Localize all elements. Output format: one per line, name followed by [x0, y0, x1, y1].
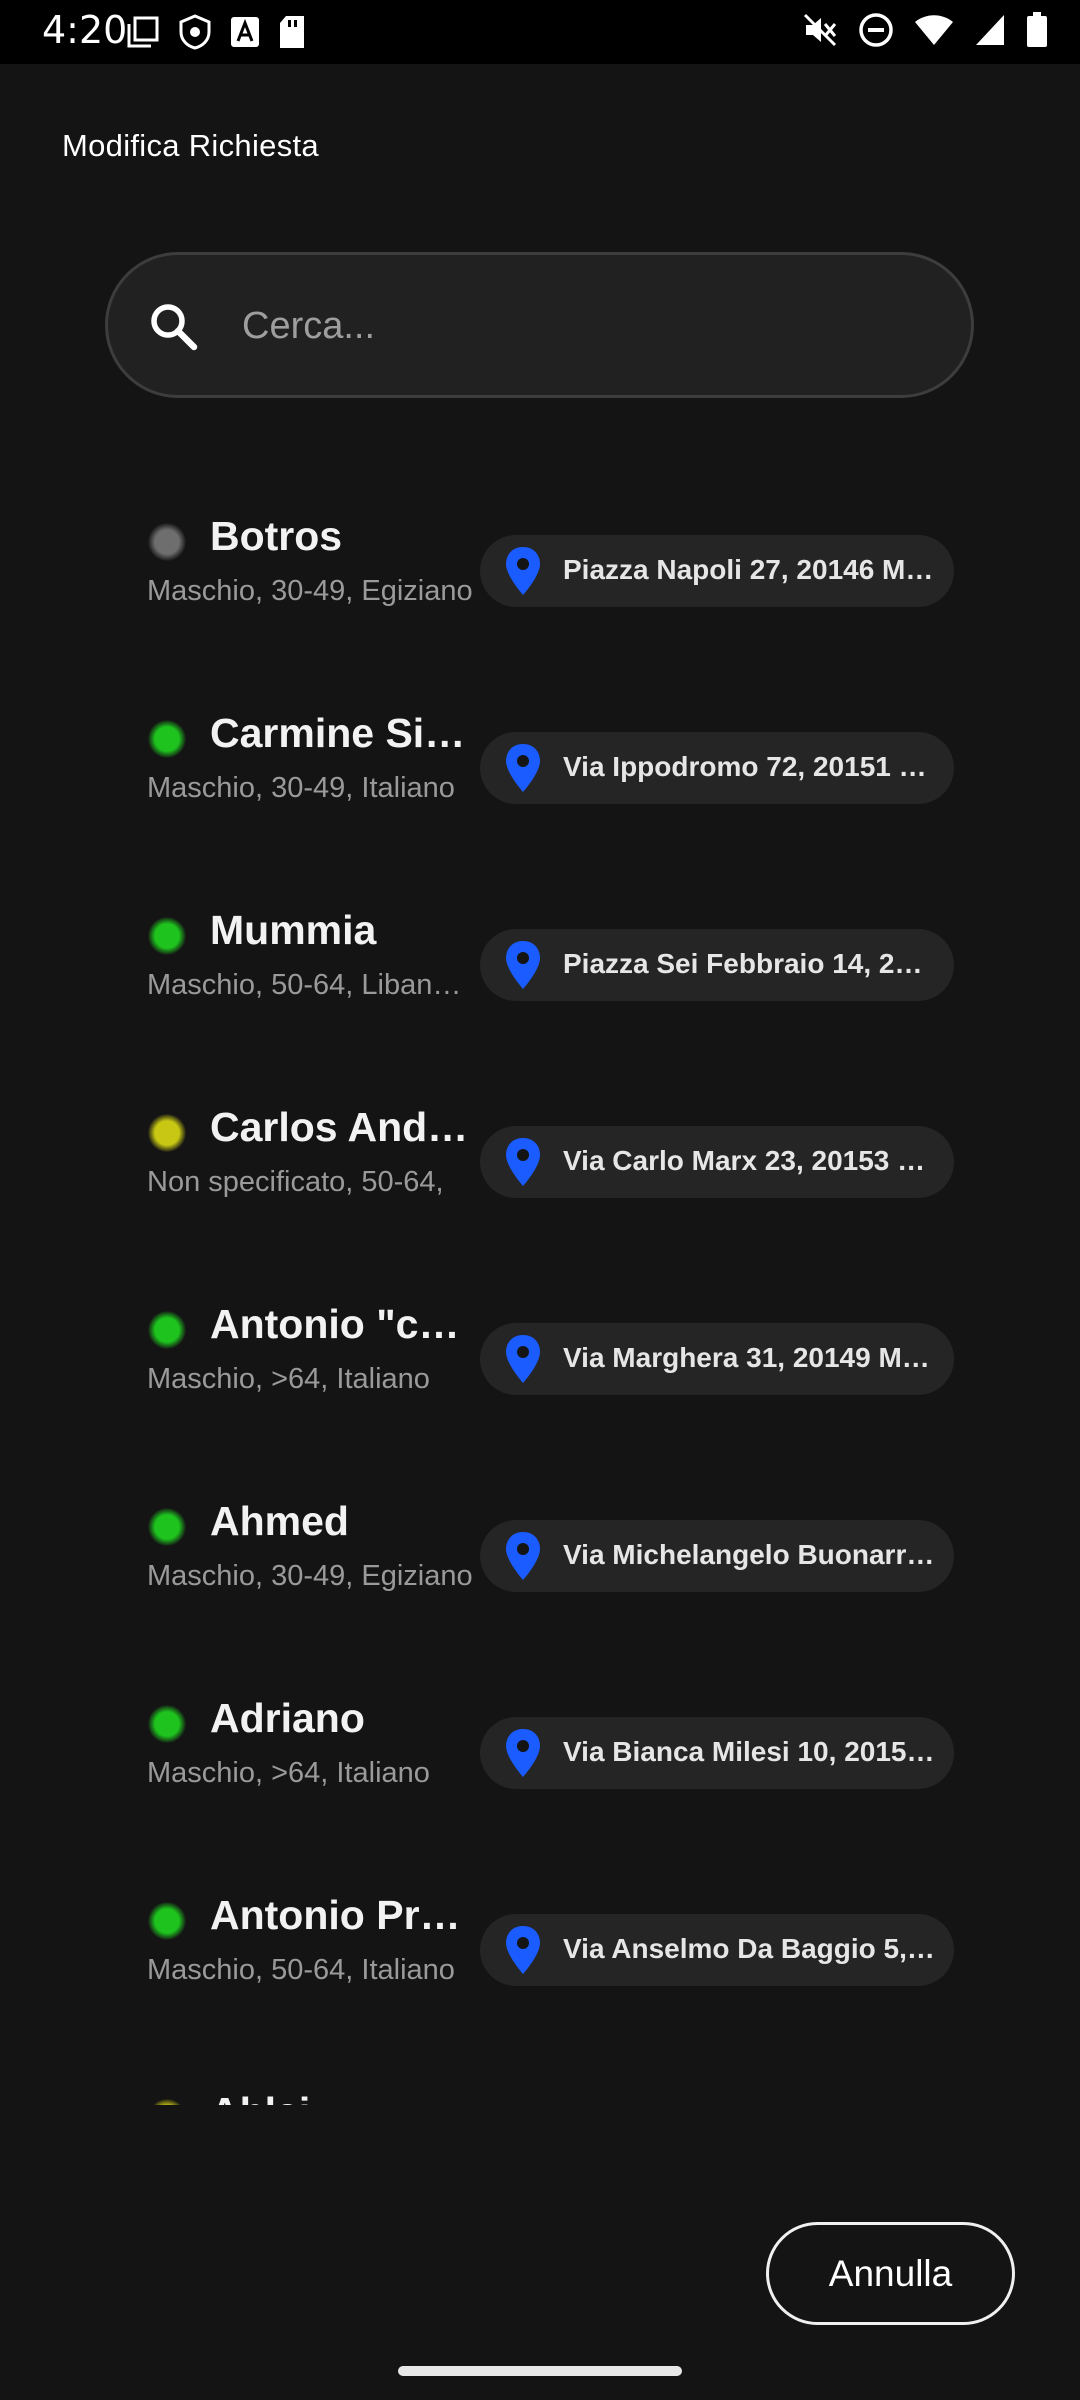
address-text: Piazza Napoli 27, 20146 Milano	[563, 554, 935, 585]
status-dot	[148, 720, 186, 758]
search-input[interactable]	[242, 295, 922, 357]
status-dot	[148, 1705, 186, 1743]
signal-icon	[974, 13, 1006, 52]
status-dot	[148, 917, 186, 955]
list-item[interactable]: Adriano Maschio, >64, Italiano Via Bianca …	[0, 1667, 1080, 1817]
address-chip[interactable]: Via Bianca Milesi 10, 20152 Milano	[480, 1717, 954, 1789]
location-pin-icon	[498, 1725, 548, 1786]
address-text: Piazza Sei Febbraio 14, 20145 Milano	[563, 948, 935, 979]
list-item[interactable]: Carlos Anderson Non specificato, 50-64, V…	[0, 1076, 1080, 1226]
person-name: Carmine Sirignano	[210, 710, 480, 756]
person-name: Antonio "carabiniere"	[210, 1301, 480, 1347]
location-pin-icon	[498, 1331, 548, 1392]
address-chip[interactable]: Via Ippodromo 72, 20151 Milano	[480, 732, 954, 804]
person-name: Botros	[210, 513, 343, 559]
search-box[interactable]	[105, 252, 974, 398]
location-pin-icon	[498, 543, 548, 604]
person-details: Maschio, 50-64, Libanese	[147, 969, 477, 1001]
address-chip[interactable]: Via Marghera 31, 20149 Milano	[480, 1323, 954, 1395]
cancel-button[interactable]: Annulla	[766, 2222, 1015, 2325]
address-text: Via Michelangelo Buonarroti 1, Milano	[563, 1539, 935, 1570]
address-chip[interactable]: Via Michelangelo Buonarroti 1, Milano	[480, 1520, 954, 1592]
do-not-disturb-icon	[858, 12, 894, 53]
person-name: Ahmed	[210, 1498, 349, 1544]
person-details: Maschio, >64, Italiano	[147, 1757, 430, 1789]
address-text: Via Anselmo Da Baggio 5, Milano	[563, 1933, 935, 1964]
screenshot-icon	[126, 15, 160, 54]
search-icon	[146, 299, 202, 360]
person-details: Maschio, 50-64, Italiano	[147, 1954, 455, 1986]
font-a-icon	[230, 16, 260, 53]
person-details: Non specificato, 50-64,	[147, 1166, 444, 1198]
sd-card-icon	[278, 15, 306, 54]
address-text: Via Bianca Milesi 10, 20152 Milano	[563, 1736, 935, 1767]
person-details: Maschio, >64, Italiano	[147, 1363, 430, 1395]
status-icons-right	[802, 12, 1048, 53]
list-item[interactable]: Mummia Maschio, 50-64, Libanese Piazza Sei…	[0, 879, 1080, 1029]
list-item[interactable]: Ablai	[0, 2061, 1080, 2105]
address-text: Via Marghera 31, 20149 Milano	[563, 1342, 935, 1373]
list-item[interactable]: Carmine Sirignano Maschio, 30-49, Italian…	[0, 682, 1080, 832]
list-item[interactable]: Antonio "carabiniere" Maschio, >64, Itali…	[0, 1273, 1080, 1423]
location-pin-icon	[498, 1134, 548, 1195]
person-details: Maschio, 30-49, Egiziano	[147, 1560, 473, 1592]
person-name: Mummia	[210, 907, 377, 953]
status-bar: 4:20	[0, 0, 1080, 64]
location-pin-icon	[498, 937, 548, 998]
page-title: Modifica Richiesta	[62, 128, 319, 163]
location-pin-icon	[498, 1528, 548, 1589]
home-indicator[interactable]	[398, 2366, 682, 2376]
person-name: Carlos Anderson	[210, 1104, 480, 1150]
list-item[interactable]: Antonio Procopio Maschio, 50-64, Italiano…	[0, 1864, 1080, 2014]
people-list[interactable]: Botros Maschio, 30-49, Egiziano Piazza Nap…	[0, 455, 1080, 2105]
status-dot	[148, 1902, 186, 1940]
address-chip[interactable]: Via Carlo Marx 23, 20153 Milano	[480, 1126, 954, 1198]
status-time: 4:20	[42, 8, 128, 52]
status-dot	[148, 1311, 186, 1349]
status-dot	[148, 1508, 186, 1546]
address-text: Via Carlo Marx 23, 20153 Milano	[563, 1145, 935, 1176]
status-icons-left	[126, 14, 306, 55]
person-name: Antonio Procopio	[210, 1892, 480, 1938]
location-pin-icon	[498, 740, 548, 801]
status-dot	[148, 2099, 186, 2105]
battery-icon	[1026, 12, 1048, 53]
location-pin-icon	[498, 1922, 548, 1983]
person-details: Maschio, 30-49, Egiziano	[147, 575, 473, 607]
shield-icon	[178, 14, 212, 55]
wifi-icon	[914, 13, 954, 52]
address-text: Via Ippodromo 72, 20151 Milano	[563, 751, 935, 782]
person-details: Maschio, 30-49, Italiano	[147, 772, 455, 804]
status-dot	[148, 1114, 186, 1152]
list-item[interactable]: Botros Maschio, 30-49, Egiziano Piazza Nap…	[0, 485, 1080, 635]
mute-icon	[802, 12, 838, 53]
person-name: Ablai	[210, 2089, 480, 2105]
person-name: Adriano	[210, 1695, 365, 1741]
list-item[interactable]: Ahmed Maschio, 30-49, Egiziano Via Michela…	[0, 1470, 1080, 1620]
address-chip[interactable]: Piazza Napoli 27, 20146 Milano	[480, 535, 954, 607]
status-dot	[148, 523, 186, 561]
address-chip[interactable]: Piazza Sei Febbraio 14, 20145 Milano	[480, 929, 954, 1001]
address-chip[interactable]: Via Anselmo Da Baggio 5, Milano	[480, 1914, 954, 1986]
